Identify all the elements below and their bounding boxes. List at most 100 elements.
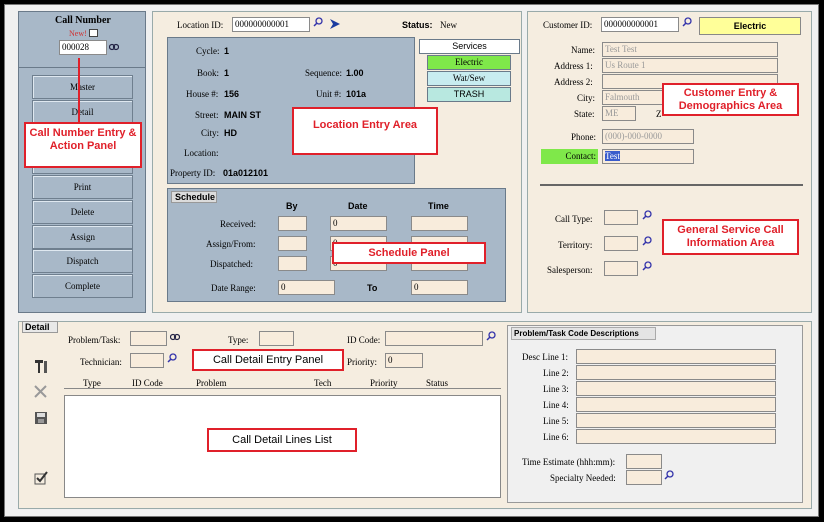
contact-label: Contact: (541, 149, 598, 164)
detail-list-header: Type ID Code Problem Tech Priority Statu… (64, 377, 501, 389)
assign-button[interactable]: Assign (32, 225, 133, 249)
col-problem[interactable]: Problem (196, 378, 227, 388)
cycle-value: 1 (224, 46, 230, 56)
annotation-customer-area: Customer Entry & Demographics Area (662, 83, 799, 116)
unit-label: Unit #: (316, 89, 342, 99)
desc-line1-input[interactable] (576, 349, 776, 364)
time-estimate-input[interactable] (626, 454, 662, 469)
type-input[interactable] (259, 331, 294, 346)
new-badge[interactable]: New! (69, 29, 87, 38)
time-estimate-label: Time Estimate (hhh:mm): (522, 457, 616, 467)
desc-line5-input[interactable] (576, 413, 776, 428)
col-idcode[interactable]: ID Code (132, 378, 163, 388)
customer-divider (540, 184, 803, 186)
address1-label: Address 1: (554, 61, 593, 71)
location-id-label: Location ID: (177, 20, 224, 30)
salesperson-input[interactable] (604, 261, 638, 276)
search-icon[interactable] (313, 17, 323, 27)
problem-binoculars-icon[interactable] (169, 332, 181, 342)
state-input[interactable]: ME (602, 106, 636, 121)
annotation-call-entry: Call Number Entry & Action Panel (24, 122, 142, 168)
phone-input[interactable]: (000)-000-0000 (602, 129, 694, 144)
call-number-input[interactable]: 000028 (59, 40, 107, 55)
salesperson-search-icon[interactable] (642, 261, 652, 271)
divider (19, 67, 145, 68)
checkmark-icon[interactable] (34, 471, 48, 485)
call-type-input[interactable] (604, 210, 638, 225)
date-range-label: Date Range: (211, 283, 256, 293)
specialty-search-icon[interactable] (664, 470, 674, 480)
idcode-input[interactable] (385, 331, 483, 346)
technician-label: Technician: (80, 357, 122, 367)
col-tech[interactable]: Tech (314, 378, 331, 388)
desc-line1-label: Desc Line 1: (522, 352, 568, 362)
problem-label: Problem/Task: (68, 335, 121, 345)
annotation-general-area: General Service Call Information Area (662, 219, 799, 255)
desc-line6-input[interactable] (576, 429, 776, 444)
address1-input[interactable]: Us Route 1 (602, 58, 778, 73)
state-label: State: (574, 109, 595, 119)
technician-search-icon[interactable] (167, 353, 177, 363)
idcode-search-icon[interactable] (486, 331, 496, 341)
received-by[interactable] (278, 216, 307, 231)
col-type[interactable]: Type (83, 378, 101, 388)
specialty-input[interactable] (626, 470, 662, 485)
received-time[interactable] (411, 216, 468, 231)
col-priority[interactable]: Priority (370, 378, 398, 388)
navigate-arrow-icon[interactable] (329, 18, 341, 30)
annotation-detail-panel: Call Detail Entry Panel (192, 349, 344, 371)
territory-input[interactable] (604, 236, 638, 251)
customer-search-icon[interactable] (682, 17, 692, 27)
service-watsew[interactable]: Wat/Sew (427, 71, 511, 86)
service-electric[interactable]: Electric (427, 55, 511, 70)
col-status[interactable]: Status (426, 378, 448, 388)
print-button[interactable]: Print (32, 175, 133, 199)
phone-label: Phone: (571, 132, 597, 142)
street-label: Street: (195, 110, 219, 120)
received-date[interactable]: 0 (330, 216, 387, 231)
priority-input[interactable]: 0 (385, 353, 423, 368)
master-button[interactable]: Master (32, 75, 133, 99)
location-id-input[interactable]: 000000000001 (232, 17, 310, 32)
col-date: Date (348, 201, 368, 211)
desc-line3-label: Line 3: (543, 384, 569, 394)
contact-value: Test (605, 151, 620, 161)
desc-line2-input[interactable] (576, 365, 776, 380)
assign-by[interactable] (278, 236, 307, 251)
service-badge: Electric (699, 17, 801, 35)
annotation-location-area: Location Entry Area (292, 107, 438, 155)
property-id-label: Property ID: (170, 168, 216, 178)
services-header: Services (419, 39, 520, 54)
desc-line5-label: Line 5: (543, 416, 569, 426)
customer-id-input[interactable]: 000000000001 (601, 17, 679, 32)
descriptions-title: Problem/Task Code Descriptions (511, 327, 656, 340)
call-type-search-icon[interactable] (642, 210, 652, 220)
technician-input[interactable] (130, 353, 164, 368)
date-range-to[interactable]: 0 (411, 280, 468, 295)
problem-input[interactable] (130, 331, 167, 346)
annotation-schedule-panel: Schedule Panel (332, 242, 486, 264)
desc-line4-input[interactable] (576, 397, 776, 412)
dispatch-button[interactable]: Dispatch (32, 249, 133, 273)
delete-button[interactable]: Delete (32, 200, 133, 224)
binoculars-icon[interactable] (108, 42, 120, 52)
received-label: Received: (220, 219, 256, 229)
desc-line3-input[interactable] (576, 381, 776, 396)
customer-city-input[interactable]: Falmouth (602, 90, 668, 105)
save-icon[interactable] (34, 411, 48, 425)
property-id-value: 01a012101 (223, 168, 269, 178)
new-icon[interactable] (89, 29, 98, 37)
name-input[interactable]: Test Test (602, 42, 778, 57)
detail-button[interactable]: Detail (32, 100, 133, 124)
complete-button[interactable]: Complete (32, 274, 133, 298)
delete-x-icon[interactable] (33, 384, 48, 399)
type-label: Type: (228, 335, 249, 345)
unit-value: 101a (346, 89, 367, 99)
tools-icon[interactable] (33, 358, 49, 374)
service-trash[interactable]: TRASH (427, 87, 511, 102)
territory-search-icon[interactable] (642, 236, 652, 246)
date-range-from[interactable]: 0 (278, 280, 335, 295)
dispatched-by[interactable] (278, 256, 307, 271)
specialty-label: Specialty Needed: (550, 473, 616, 483)
contact-input[interactable]: Test (602, 149, 694, 164)
